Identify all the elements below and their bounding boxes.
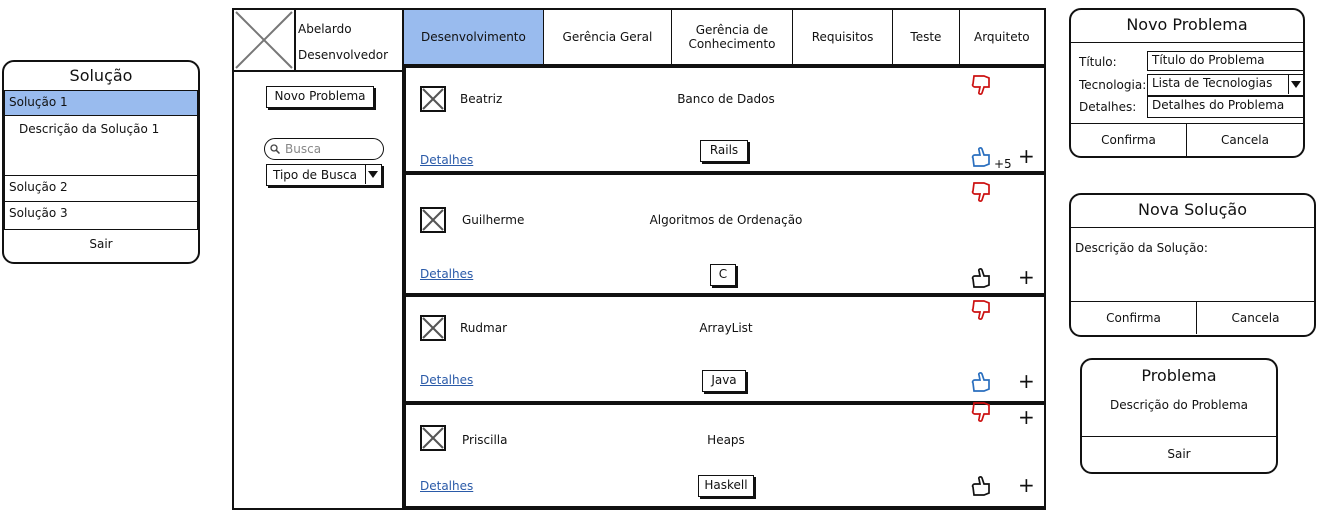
solution-item-1[interactable]: Solução 1 [4,90,198,116]
problem-dialog: Problema Descrição do Problema Sair [1080,358,1278,474]
solution-panel: Solução Solução 1 Descrição da Solução 1… [2,60,200,264]
solution-panel-title: Solução [69,66,133,85]
new-problem-button[interactable]: Novo Problema [266,86,374,108]
avatar [234,10,296,70]
solution-description-field[interactable]: Descrição da Solução: [1075,241,1208,255]
new-solution-dialog: Nova Solução Descrição da Solução: Confi… [1069,193,1316,337]
new-solution-dialog-title: Nova Solução [1137,200,1248,219]
add-solution-icon[interactable]: + [1018,371,1035,391]
problem-select-checkbox[interactable] [420,425,446,451]
user-role: Desenvolvedor [298,48,389,62]
tab-gerencia-geral[interactable]: Gerência Geral [544,10,672,64]
solution-item-label: Solução 2 [9,180,68,194]
problem-title: Algoritmos de Ordenação [649,213,803,227]
add-solution-icon[interactable]: + [1018,475,1035,495]
search-type-label: Tipo de Busca [273,168,357,182]
solution-description-text: Descrição da Solução 1 [19,122,160,136]
confirm-button[interactable]: Confirma [1071,124,1187,156]
like-count: +5 [994,157,1012,171]
search-input[interactable]: Busca [264,138,384,160]
tab-bar: Desenvolvimento Gerência Geral Gerência … [404,10,1044,66]
thumbs-up-icon[interactable] [970,473,994,499]
chevron-down-icon [1288,75,1304,94]
problem-details-link[interactable]: Detalhes [420,267,473,281]
solution-item-label: Solução 3 [9,206,68,220]
problem-title: Heaps [707,433,745,447]
new-problem-dialog: Novo Problema Título: Título do Problema… [1069,8,1305,158]
details-label: Detalhes: [1079,100,1137,114]
problem-details-link[interactable]: Detalhes [420,479,473,493]
thumbs-up-icon[interactable] [970,265,994,291]
problem-author: Beatriz [460,92,503,106]
divider [1071,42,1303,43]
problem-select-checkbox[interactable] [420,207,446,233]
problem-details-link[interactable]: Detalhes [420,153,473,167]
title-label: Título: [1079,55,1117,69]
problem-author: Rudmar [460,321,507,335]
problem-card: Beatriz Banco de Dados Detalhes Rails +5… [404,66,1046,173]
problem-card: Priscilla Heaps Detalhes Haskell + + [404,402,1046,508]
solution-description: Descrição da Solução 1 [4,116,198,176]
tab-arquiteto[interactable]: Arquiteto [960,10,1044,64]
problem-title: ArrayList [699,321,753,335]
thumbs-down-icon[interactable] [970,297,994,323]
problem-select-checkbox[interactable] [420,86,446,112]
problem-author: Guilherme [462,213,525,227]
search-icon [270,144,280,154]
problem-exit-button[interactable]: Sair [1082,437,1276,471]
technology-tag: C [710,264,736,286]
problem-title-field[interactable]: Título do Problema [1147,51,1305,71]
technology-select[interactable]: Lista de Tecnologias [1147,74,1305,96]
search-type-select[interactable]: Tipo de Busca [266,164,382,186]
problem-dialog-title: Problema [1141,366,1217,385]
thumbs-down-icon[interactable] [970,72,994,98]
solution-item-2[interactable]: Solução 2 [4,176,198,202]
search-placeholder: Busca [285,142,322,156]
divider [1071,227,1314,228]
tab-gerencia-conhecimento[interactable]: Gerência de Conhecimento [672,10,793,64]
tab-teste[interactable]: Teste [893,10,960,64]
sidebar: Novo Problema Busca Tipo de Busca [234,72,404,508]
technology-tag: Java [702,370,746,392]
cancel-button[interactable]: Cancela [1187,124,1303,156]
new-problem-dialog-title: Novo Problema [1126,15,1248,34]
problem-select-checkbox[interactable] [420,315,446,341]
solution-exit-button[interactable]: Sair [4,230,198,258]
image-placeholder-icon [235,11,293,69]
problem-details-field[interactable]: Detalhes do Problema [1147,96,1305,118]
thumbs-up-icon[interactable] [970,369,994,395]
technology-label: Tecnologia: [1079,78,1147,92]
technology-select-value: Lista de Tecnologias [1152,76,1273,90]
problem-card: Guilherme Algoritmos de Ordenação Detalh… [404,173,1046,295]
main-window: Abelardo Desenvolvedor Novo Problema Bus… [232,8,1046,510]
solution-item-label: Solução 1 [9,95,68,109]
thumbs-down-icon[interactable] [970,179,994,205]
tab-desenvolvimento[interactable]: Desenvolvimento [404,10,544,64]
problem-description: Descrição do Problema [1109,398,1249,412]
cancel-button[interactable]: Cancela [1197,302,1314,334]
problem-card: Rudmar ArrayList Detalhes Java + [404,295,1046,403]
add-solution-icon[interactable]: + [1018,146,1035,166]
thumbs-up-icon[interactable] [970,144,994,170]
problem-author: Priscilla [462,433,508,447]
solution-item-3[interactable]: Solução 3 [4,202,198,230]
problem-details-link[interactable]: Detalhes [420,373,473,387]
add-solution-icon[interactable]: + [1018,267,1035,287]
tab-requisitos[interactable]: Requisitos [793,10,894,64]
user-header: Abelardo Desenvolvedor [234,10,404,72]
add-solution-icon[interactable]: + [1018,407,1035,427]
chevron-down-icon [365,165,381,184]
thumbs-down-icon[interactable] [970,399,994,425]
confirm-button[interactable]: Confirma [1071,302,1197,334]
problem-title: Banco de Dados [677,92,775,106]
technology-tag: Rails [700,140,748,162]
user-name: Abelardo [298,22,352,36]
technology-tag: Haskell [698,475,754,497]
